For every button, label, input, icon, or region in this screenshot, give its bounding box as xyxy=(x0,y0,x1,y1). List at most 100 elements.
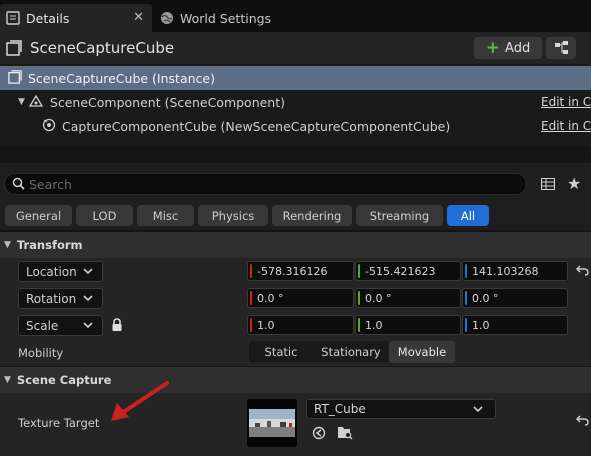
location-row: Location -578.316126 -515.421623 141.103… xyxy=(0,258,591,285)
globe-icon xyxy=(160,11,174,25)
scale-row: Scale 1.0 1.0 1.0 xyxy=(0,312,591,339)
tree-row-label: SceneComponent (SceneComponent) xyxy=(49,94,286,110)
capture-component-icon xyxy=(42,118,56,135)
actor-icon xyxy=(6,40,22,56)
tree-row-scene-component[interactable]: ▼ SceneComponent (SceneComponent) Edit i… xyxy=(0,90,591,114)
search-input[interactable]: Search xyxy=(4,173,527,195)
z-axis-marker xyxy=(465,291,467,305)
x-axis-marker xyxy=(250,318,252,332)
rotation-x-value: 0.0 ° xyxy=(257,291,284,305)
texture-target-dropdown[interactable]: RT_Cube xyxy=(306,399,496,419)
y-axis-marker xyxy=(358,318,360,332)
edit-in-cpp-link[interactable]: Edit in C++ xyxy=(541,95,591,109)
scale-z-value: 1.0 xyxy=(472,318,490,332)
actor-icon xyxy=(8,69,22,87)
rotation-z-field[interactable]: 0.0 ° xyxy=(462,288,568,308)
z-axis-marker xyxy=(465,318,467,332)
scale-y-value: 1.0 xyxy=(365,318,383,332)
location-label: Location xyxy=(26,264,77,279)
component-tree: SceneCaptureCube (Instance) ▼ SceneCompo… xyxy=(0,64,591,146)
actor-name: SceneCaptureCube xyxy=(30,39,175,57)
filter-streaming[interactable]: Streaming xyxy=(356,205,443,226)
scale-x-field[interactable]: 1.0 xyxy=(247,315,354,335)
section-title: Transform xyxy=(16,238,83,252)
plus-icon: + xyxy=(485,38,501,58)
use-selected-asset-icon[interactable] xyxy=(312,426,326,443)
tab-world-settings[interactable]: World Settings xyxy=(154,4,314,32)
rotation-dropdown[interactable]: Rotation xyxy=(18,288,103,309)
rotation-y-field[interactable]: 0.0 ° xyxy=(355,288,461,308)
tree-row-capture-component[interactable]: CaptureComponentCube (NewSceneCaptureCom… xyxy=(0,114,591,138)
mobility-movable[interactable]: Movable xyxy=(389,341,455,363)
mobility-stationary[interactable]: Stationary xyxy=(313,341,389,363)
search-area: Search ★ xyxy=(0,163,591,206)
tree-row-label: SceneCaptureCube (Instance) xyxy=(28,70,215,86)
lock-icon[interactable] xyxy=(111,318,123,335)
close-icon[interactable]: ✕ xyxy=(133,10,144,25)
details-header: SceneCaptureCube + Add xyxy=(0,32,591,64)
blueprint-button[interactable] xyxy=(546,37,576,59)
mobility-selector: Static Stationary Movable xyxy=(249,341,455,363)
rotation-y-value: 0.0 ° xyxy=(365,291,392,305)
tree-row-label: CaptureComponentCube (NewSceneCaptureCom… xyxy=(62,118,451,134)
property-matrix-icon[interactable] xyxy=(541,178,555,193)
location-dropdown[interactable]: Location xyxy=(18,261,103,282)
mobility-static[interactable]: Static xyxy=(249,341,313,363)
hierarchy-icon xyxy=(555,41,568,54)
reset-to-default-icon[interactable] xyxy=(576,414,589,429)
scale-z-field[interactable]: 1.0 xyxy=(462,315,568,335)
texture-target-value: RT_Cube xyxy=(314,402,366,416)
edit-in-cpp-link[interactable]: Edit in C++ xyxy=(541,119,591,133)
filter-general[interactable]: General xyxy=(5,205,72,226)
filter-lod[interactable]: LOD xyxy=(76,205,133,226)
mobility-label: Mobility xyxy=(18,346,64,360)
tab-bar: Details ✕ World Settings xyxy=(0,0,591,34)
rotation-z-value: 0.0 ° xyxy=(472,291,499,305)
texture-target-label: Texture Target xyxy=(18,416,100,430)
filter-bar: General LOD Misc Physics Rendering Strea… xyxy=(0,202,591,230)
scene-capture-section-header[interactable]: ▼ Scene Capture xyxy=(0,367,591,393)
location-x-field[interactable]: -578.316126 xyxy=(247,261,354,281)
transform-section-header[interactable]: ▼ Transform xyxy=(0,232,591,258)
scale-y-field[interactable]: 1.0 xyxy=(355,315,461,335)
chevron-down-icon xyxy=(83,292,93,307)
location-z-field[interactable]: 141.103268 xyxy=(462,261,568,281)
search-icon xyxy=(12,177,25,193)
chevron-down-icon xyxy=(83,265,93,280)
reset-to-default-icon[interactable] xyxy=(576,264,589,279)
tab-details-label: Details xyxy=(26,10,70,26)
browse-asset-icon[interactable] xyxy=(337,425,353,443)
location-y-value: -515.421623 xyxy=(365,264,436,278)
y-axis-marker xyxy=(358,264,360,278)
annotation-arrow-icon xyxy=(111,381,169,421)
details-icon xyxy=(6,11,20,25)
x-axis-marker xyxy=(250,264,252,278)
filter-physics[interactable]: Physics xyxy=(198,205,268,226)
collapse-arrow-icon: ▼ xyxy=(4,240,11,250)
tab-world-settings-label: World Settings xyxy=(180,10,272,26)
scale-x-value: 1.0 xyxy=(257,318,275,332)
section-title: Scene Capture xyxy=(16,373,112,387)
chevron-down-icon xyxy=(473,403,483,418)
rotation-label: Rotation xyxy=(26,291,77,306)
scale-dropdown[interactable]: Scale xyxy=(18,315,103,336)
filter-all[interactable]: All xyxy=(447,205,489,226)
rotation-row: Rotation 0.0 ° 0.0 ° 0.0 ° xyxy=(0,285,591,312)
scale-label: Scale xyxy=(26,318,59,333)
filter-misc[interactable]: Misc xyxy=(137,205,194,226)
y-axis-marker xyxy=(358,291,360,305)
x-axis-marker xyxy=(250,291,252,305)
filter-rendering[interactable]: Rendering xyxy=(272,205,352,226)
location-y-field[interactable]: -515.421623 xyxy=(355,261,461,281)
search-placeholder: Search xyxy=(29,177,72,192)
texture-thumbnail[interactable] xyxy=(247,399,297,447)
z-axis-marker xyxy=(465,264,467,278)
chevron-down-icon xyxy=(83,319,93,334)
rotation-x-field[interactable]: 0.0 ° xyxy=(247,288,354,308)
collapse-arrow-icon: ▼ xyxy=(4,375,11,385)
tab-details[interactable]: Details ✕ xyxy=(0,4,152,32)
tree-row-instance[interactable]: SceneCaptureCube (Instance) xyxy=(0,66,591,90)
star-icon[interactable]: ★ xyxy=(567,174,581,193)
add-component-button[interactable]: + Add xyxy=(474,37,542,59)
collapse-arrow-icon[interactable]: ▼ xyxy=(18,97,25,107)
